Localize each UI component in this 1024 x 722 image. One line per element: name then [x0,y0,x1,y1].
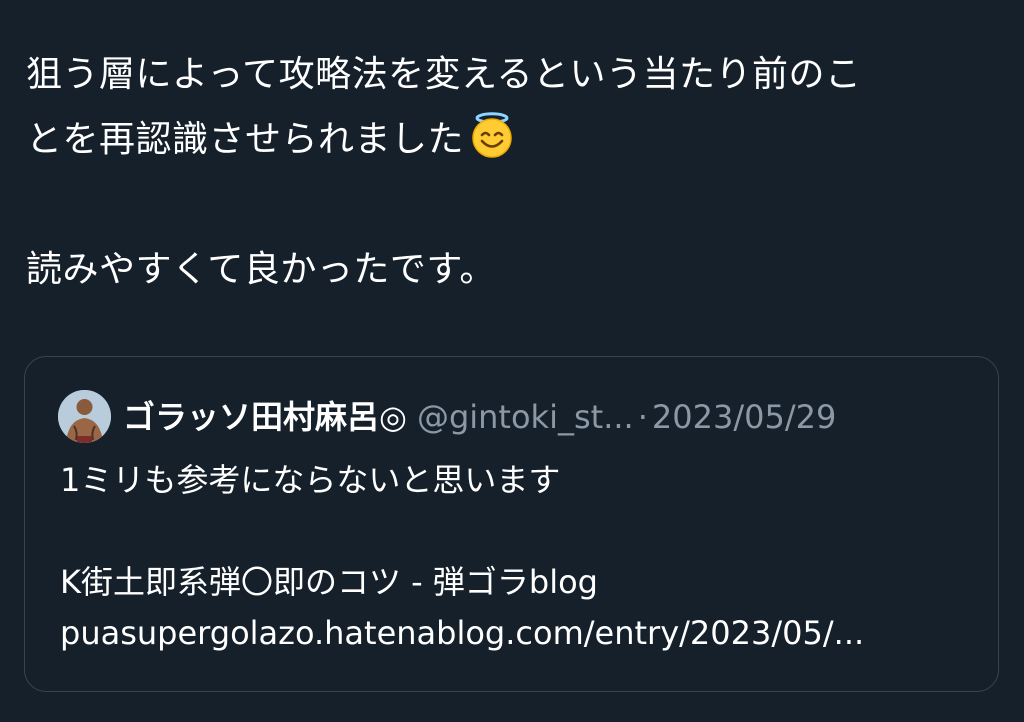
quoted-tweet-body: 1ミリも参考にならないと思います K街土即系弾〇即のコツ - 弾ゴラblog p… [60,455,980,659]
tweet-view: 狙う層によって攻略法を変えるという当たり前のこ とを再認識させられました 読みや… [0,0,1024,722]
quoted-tweet-date[interactable]: 2023/05/29 [652,398,836,436]
quoted-text-line-1: 1ミリも参考にならないと思います [60,461,561,499]
quoted-tweet-card[interactable]: ゴラッソ田村麻呂◎ @gintoki_st... · 2023/05/29 1ミリも参… [24,356,999,692]
quoted-link-title: K街土即系弾〇即のコツ - 弾ゴラblog [60,563,598,601]
avatar[interactable] [58,390,111,443]
tweet-text-line-2-text: とを再認識させられました [26,119,465,160]
tweet-text-line-1: 狙う層によって攻略法を変えるという当たり前のこ [26,54,862,95]
smiling-face-with-halo-icon [468,111,516,159]
quoted-link-url[interactable]: puasupergolazo.hatenablog.com/entry/2023… [60,608,980,659]
header-separator: · [637,398,648,436]
quoted-author-handle[interactable]: @gintoki_st... [417,398,634,436]
tweet-text-line-2: とを再認識させられました [26,107,991,172]
tweet-body: 狙う層によって攻略法を変えるという当たり前のこ とを再認識させられました 読みや… [26,42,991,302]
tweet-text-line-3: 読みやすくて良かったです。 [26,249,496,290]
quoted-author-name[interactable]: ゴラッソ田村麻呂◎ [123,398,407,436]
quoted-tweet-header: ゴラッソ田村麻呂◎ @gintoki_st... · 2023/05/29 [123,395,836,439]
